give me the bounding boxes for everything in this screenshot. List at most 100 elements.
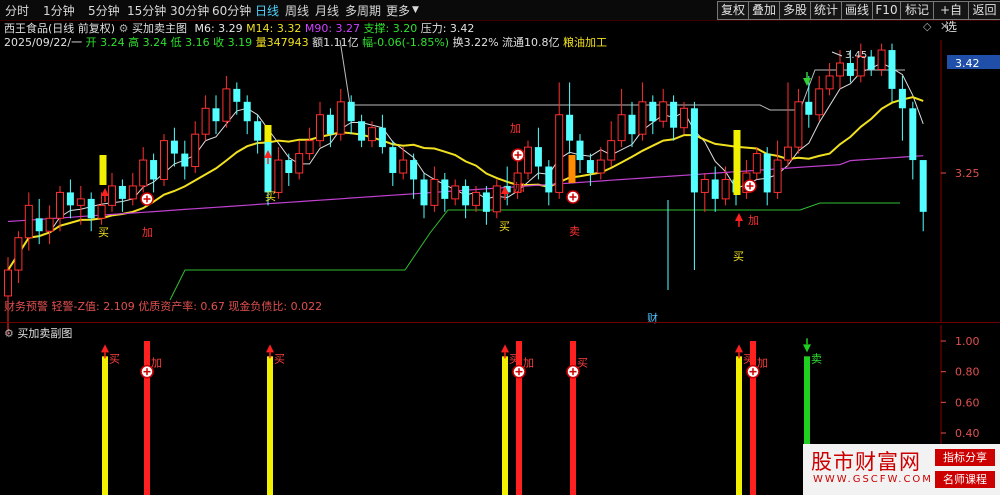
candle-body [35, 218, 43, 232]
candle-body [576, 140, 584, 161]
candle-body [596, 159, 605, 174]
candle-body [659, 101, 668, 122]
candle-body [492, 185, 501, 213]
candle-body [128, 185, 137, 200]
candle-body [649, 101, 657, 122]
candle-body [295, 153, 304, 174]
candle-body [191, 133, 200, 168]
candle-body [784, 146, 792, 161]
watermark: 股市财富网 WWW.GSCFW.COM 指标分享 名师课程 [803, 444, 1000, 495]
kline-chart[interactable]: 3.423.253.45买 加买买加卖加买加财1.000.800.600.40买加… [0, 0, 1000, 495]
watermark-url: WWW.GSCFW.COM [813, 474, 933, 485]
sub-chart-header: ⚙ 买加卖副图 [4, 325, 72, 341]
sub-arrow [266, 344, 274, 353]
candle-body [524, 146, 532, 174]
signal-bar [736, 356, 742, 495]
candle-body [212, 108, 220, 122]
candle-body [825, 75, 834, 90]
support-line [169, 202, 900, 301]
signal-bar [750, 341, 756, 495]
candle-body [389, 147, 397, 173]
candle-body [867, 56, 875, 70]
candle-body [326, 114, 334, 135]
candle-body [378, 127, 386, 148]
sub-bar-label: 加 [757, 357, 768, 370]
sub-arrow [101, 344, 109, 353]
candle-body [462, 185, 470, 206]
signal-label: 加 [748, 214, 759, 227]
candle-body [617, 114, 626, 142]
candle-body [233, 88, 241, 102]
sub-chart-title[interactable]: 买加卖副图 [17, 327, 72, 340]
candle-body [254, 121, 262, 141]
candle-body [347, 101, 355, 122]
sub-settings-gear-icon[interactable]: ⚙ [4, 327, 14, 340]
candle-body [305, 140, 314, 155]
candle-body [555, 114, 564, 193]
candle-body [919, 160, 927, 212]
sub-bar-label: 加 [523, 357, 534, 370]
signal-bar [144, 341, 150, 495]
financial-warning: 财务预警 轻警-Z值: 2.109 优质资产率: 0.67 现金负债比: 0.0… [4, 300, 323, 313]
candle-body [97, 204, 106, 219]
candle-body [700, 178, 709, 193]
candle-body [451, 185, 460, 200]
candle-body [711, 179, 719, 199]
signal-label: 加 [510, 122, 521, 135]
watermark-title: 股市财富网 [811, 450, 921, 474]
candle-body [763, 153, 771, 193]
highlight-candle [99, 155, 107, 185]
sub-bar-label: 加 [151, 357, 162, 370]
candle-body [368, 127, 376, 142]
signal-label: 买 [265, 190, 276, 203]
candle-body [472, 191, 480, 206]
candle-body [66, 192, 74, 206]
candle-body [586, 160, 594, 173]
candle-body [14, 237, 23, 271]
candle-body [24, 204, 33, 239]
buy-arrow [101, 188, 109, 196]
candle-body [898, 88, 906, 109]
highlight-candle [733, 130, 741, 195]
candle-body [805, 101, 813, 115]
candle-body [87, 198, 95, 219]
candle-body [150, 160, 158, 180]
sub-arrow [735, 344, 743, 353]
candle-body [794, 101, 803, 148]
candle-body [752, 153, 761, 174]
sub-bar-label: 买 [577, 357, 588, 370]
sub-axis-label: 0.80 [955, 366, 980, 379]
sub-axis-label: 1.00 [955, 335, 980, 348]
sub-bar-label: 买 [109, 352, 120, 365]
candle-body [139, 159, 148, 187]
candle-body [607, 140, 616, 161]
signal-bar [516, 341, 522, 495]
candle-body [670, 101, 678, 128]
candle-body [773, 159, 782, 193]
candle-body [285, 160, 293, 173]
candle-body [638, 101, 647, 135]
candle-body [56, 191, 64, 219]
candle-body [201, 107, 210, 135]
candle-body [118, 185, 126, 199]
candle-body [441, 179, 449, 199]
candle-body [410, 160, 418, 180]
candle-body [4, 269, 12, 297]
candle-body [888, 50, 896, 89]
sub-bar-label: 买 [274, 352, 285, 365]
candle-body [160, 140, 168, 180]
candle-body [170, 140, 178, 154]
candle-body [274, 159, 283, 193]
signal-bar [102, 356, 108, 495]
sub-axis-label: 0.40 [955, 427, 980, 440]
sub-arrow [501, 344, 509, 353]
highlight-candle [264, 125, 272, 142]
sub-arrow [803, 344, 811, 353]
signal-label: 加 [142, 226, 153, 239]
watermark-tag-courses: 名师课程 [935, 471, 995, 488]
sub-axis-label: 0.60 [955, 396, 980, 409]
candle-body [336, 101, 345, 135]
candle-body [108, 185, 116, 206]
candle-body [836, 62, 844, 77]
candle-body [566, 114, 574, 141]
